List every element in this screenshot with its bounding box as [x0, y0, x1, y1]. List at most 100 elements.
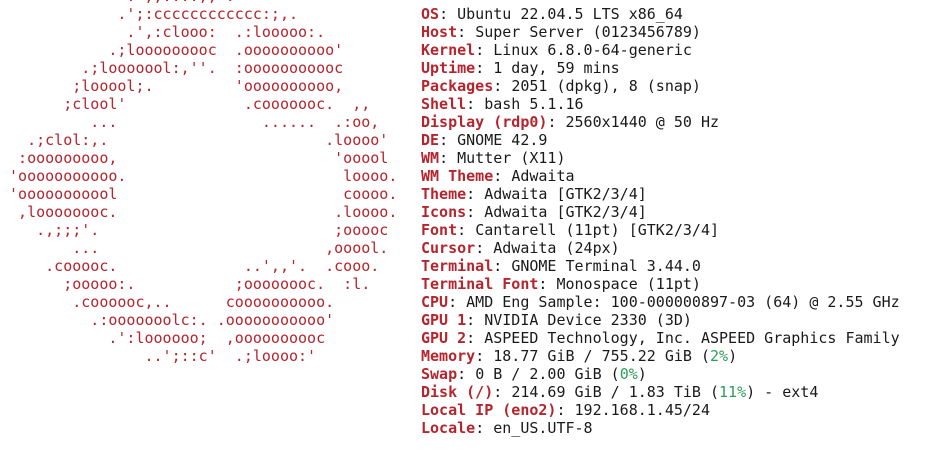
info-colon: :: [448, 293, 467, 311]
info-key: Memory: [421, 347, 476, 365]
info-colon: :: [439, 149, 458, 167]
info-key: WM Theme: [421, 167, 494, 185]
info-colon: :: [493, 257, 512, 275]
info-row: Display (rdp0): 2560x1440 @ 50 Hz: [421, 113, 928, 131]
info-row: Host: Super Server (0123456789): [421, 23, 928, 41]
info-row: Disk (/): 214.69 GiB / 1.83 TiB (11%) - …: [421, 383, 928, 401]
logo-line: .cooooc. ..',,'. .cooo.: [0, 257, 380, 275]
logo-line: ;ooooo:. ;oooooooc. :l.: [0, 275, 371, 293]
info-key: Display (rdp0): [421, 113, 548, 131]
info-key: GPU 1: [421, 311, 467, 329]
logo-line: :ooooooooo, 'ooool: [0, 149, 389, 167]
info-key: Cursor: [421, 239, 476, 257]
info-colon: :: [439, 5, 458, 23]
info-value: bash 5.1.16: [484, 95, 584, 113]
info-value: ASPEED Technology, Inc. ASPEED Graphics …: [484, 329, 900, 347]
info-colon: :: [538, 275, 557, 293]
logo-line: .;looooool:,''. :ooooooooooc: [0, 59, 344, 77]
info-value-suffix: ) - ext4: [746, 383, 819, 401]
info-key: Uptime: [421, 59, 476, 77]
info-value: NVIDIA Device 2330 (3D): [484, 311, 692, 329]
logo-line: ... ,ooool.: [0, 239, 389, 257]
info-colon: :: [457, 23, 476, 41]
info-colon: :: [439, 131, 458, 149]
info-row: Locale: en_US.UTF-8: [421, 419, 928, 437]
info-key: Packages: [421, 77, 494, 95]
info-colon: :: [475, 419, 494, 437]
info-colon: :: [466, 95, 485, 113]
info-value: 18.77 GiB / 755.22 GiB (: [493, 347, 710, 365]
logo-line: .;clol:,. .loooo': [0, 131, 389, 149]
info-row: Swap: 0 B / 2.00 GiB (0%): [421, 365, 928, 383]
info-value: 192.168.1.45/24: [574, 401, 710, 419]
logo-line: ... ...... .:oo,: [0, 113, 380, 131]
info-key: Font: [421, 221, 458, 239]
info-colon: :: [466, 185, 485, 203]
info-row: WM: Mutter (X11): [421, 149, 928, 167]
info-value: 1 day, 59 mins: [493, 59, 620, 77]
info-key: Disk (/): [421, 383, 494, 401]
info-row: Packages: 2051 (dpkg), 8 (snap): [421, 77, 928, 95]
usage-percent: 11%: [719, 383, 747, 401]
info-colon: :: [466, 203, 485, 221]
ubuntu-ascii-logo: .',;::::;,'. .';:cccccccccccc:;,. .',:cl…: [0, 0, 397, 365]
info-value-suffix: ): [728, 347, 738, 365]
info-key: WM: [421, 149, 440, 167]
logo-line: 'ooooooooooo. loooo.: [0, 167, 398, 185]
info-value: Adwaita: [511, 167, 575, 185]
info-colon: :: [547, 113, 566, 131]
info-key: Host: [421, 23, 458, 41]
usage-percent: 2%: [710, 347, 729, 365]
info-value: en_US.UTF-8: [493, 419, 593, 437]
info-value: Monospace (11pt): [556, 275, 701, 293]
system-info-panel: ------------ OS: Ubuntu 22.04.5 LTS x86_…: [421, 0, 928, 437]
info-key: Kernel: [421, 41, 476, 59]
info-colon: :: [457, 221, 476, 239]
logo-line: ;looool;. 'oooooooooo,: [0, 77, 344, 95]
info-row: Terminal: GNOME Terminal 3.44.0: [421, 257, 928, 275]
info-value: Adwaita [GTK2/3/4]: [484, 185, 647, 203]
info-row: DE: GNOME 42.9: [421, 131, 928, 149]
info-value: Adwaita (24px): [493, 239, 620, 257]
info-value: 2560x1440 @ 50 Hz: [565, 113, 720, 131]
info-row: Terminal Font: Monospace (11pt): [421, 275, 928, 293]
info-value: Adwaita [GTK2/3/4]: [484, 203, 647, 221]
logo-line: .';:cccccccccccc:;,.: [0, 5, 299, 23]
info-colon: :: [475, 347, 494, 365]
info-row: Theme: Adwaita [GTK2/3/4]: [421, 185, 928, 203]
info-key: Shell: [421, 95, 467, 113]
info-colon: :: [475, 239, 494, 257]
logo-line: ..';::c' .;loooo:': [0, 347, 317, 365]
info-key: Locale: [421, 419, 476, 437]
logo-line: .':loooooo; ,oooooooooc: [0, 329, 326, 347]
logo-line: 'ooooooooool coooo.: [0, 185, 398, 203]
info-row: Memory: 18.77 GiB / 755.22 GiB (2%): [421, 347, 928, 365]
info-colon: :: [457, 365, 476, 383]
info-row: GPU 2: ASPEED Technology, Inc. ASPEED Gr…: [421, 329, 928, 347]
info-value: GNOME 42.9: [457, 131, 548, 149]
logo-line: .,;;;'. ;ooooc: [0, 221, 389, 239]
info-row: WM Theme: Adwaita: [421, 167, 928, 185]
logo-line: .:ooooooolc:. .ooooooooooo': [0, 311, 335, 329]
info-value: 2051 (dpkg), 8 (snap): [511, 77, 701, 95]
info-row: Font: Cantarell (11pt) [GTK2/3/4]: [421, 221, 928, 239]
info-row: CPU: AMD Eng Sample: 100-000000897-03 (6…: [421, 293, 928, 311]
info-colon: :: [493, 383, 512, 401]
info-value: Linux 6.8.0-64-generic: [493, 41, 692, 59]
info-value: Super Server (0123456789): [475, 23, 701, 41]
info-key: DE: [421, 131, 440, 149]
info-key: Terminal Font: [421, 275, 539, 293]
info-row: GPU 1: NVIDIA Device 2330 (3D): [421, 311, 928, 329]
info-colon: :: [556, 401, 575, 419]
info-value: AMD Eng Sample: 100-000000897-03 (64) @ …: [466, 293, 900, 311]
info-row: Uptime: 1 day, 59 mins: [421, 59, 928, 77]
info-colon: :: [475, 41, 494, 59]
info-key: GPU 2: [421, 329, 467, 347]
logo-line: .',:clooo: .:looooo:.: [0, 23, 326, 41]
terminal-window[interactable]: .',;::::;,'. .';:cccccccccccc:;,. .',:cl…: [0, 0, 928, 451]
logo-line: ,loooooooc. .loooo.: [0, 203, 398, 221]
logo-line: .coooooc,.. coooooooooo.: [0, 293, 335, 311]
logo-line: .;looooooooc .oooooooooo': [0, 41, 344, 59]
info-key: Icons: [421, 203, 467, 221]
info-value: Cantarell (11pt) [GTK2/3/4]: [475, 221, 720, 239]
